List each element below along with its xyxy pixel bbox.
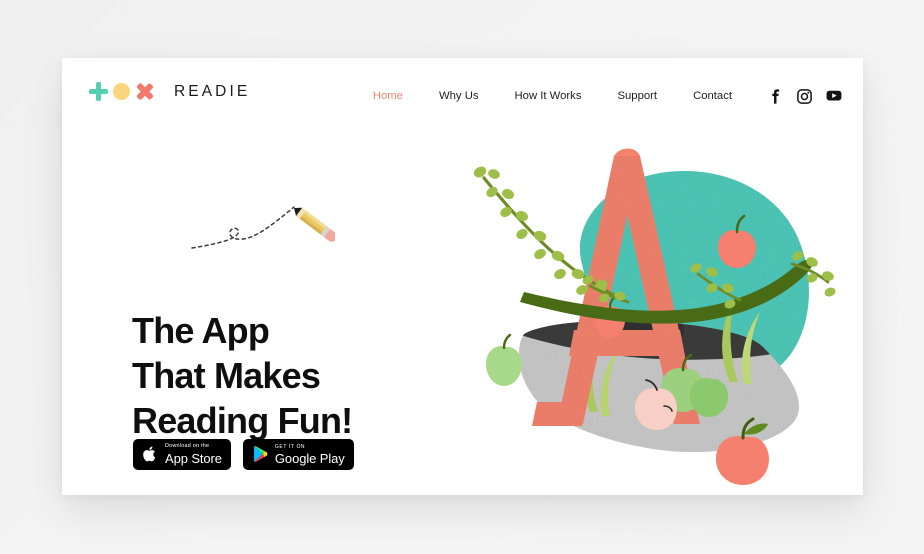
- facebook-icon[interactable]: [768, 88, 783, 104]
- google-play-label: GET IT ON Google Play: [274, 443, 345, 466]
- brand-name: READIE: [174, 82, 251, 100]
- main-nav: Home Why Us How It Works Support Contact: [355, 87, 842, 105]
- brand-logo[interactable]: READIE: [89, 82, 250, 101]
- hero-left-column: The App That Makes Reading Fun! Download…: [62, 134, 462, 495]
- headline-line-1: The App: [132, 310, 270, 352]
- nav-item-why-us[interactable]: Why Us: [421, 87, 497, 105]
- nav-item-support[interactable]: Support: [599, 87, 675, 105]
- social-links: [768, 88, 842, 104]
- nav-item-how-it-works[interactable]: How It Works: [497, 87, 600, 105]
- apple-logo-icon: [142, 445, 159, 464]
- app-store-button[interactable]: Download on the App Store: [133, 439, 231, 470]
- google-play-big-text: Google Play: [274, 450, 345, 466]
- site-card: READIE Home Why Us How It Works Support …: [62, 58, 863, 495]
- apple-green-left: [486, 333, 522, 386]
- store-badges: Download on the App Store GET IT ON Goog…: [133, 439, 354, 470]
- pencil-doodle: [190, 186, 338, 258]
- app-store-small-text: Download on the: [165, 443, 210, 450]
- page-title: The App That Makes Reading Fun!: [132, 308, 353, 443]
- headline-line-3: Reading Fun!: [132, 400, 353, 442]
- hero-illustration: [462, 134, 863, 495]
- nav-item-contact[interactable]: Contact: [675, 87, 750, 105]
- plus-icon: [89, 82, 108, 101]
- google-play-icon: [252, 445, 269, 464]
- google-play-small-text: GET IT ON: [274, 443, 306, 450]
- headline-line-2: That Makes: [132, 355, 321, 397]
- google-play-button[interactable]: GET IT ON Google Play: [242, 439, 354, 470]
- apple-green-right-b: [690, 378, 728, 417]
- instagram-icon[interactable]: [797, 88, 812, 104]
- brand-mark: [89, 82, 154, 101]
- circle-icon: [113, 83, 130, 100]
- nav-item-home[interactable]: Home: [355, 87, 421, 105]
- x-icon: [135, 82, 154, 101]
- app-store-label: Download on the App Store: [165, 443, 222, 466]
- app-store-big-text: App Store: [165, 450, 222, 466]
- youtube-icon[interactable]: [826, 89, 842, 104]
- site-header: READIE Home Why Us How It Works Support …: [62, 58, 863, 134]
